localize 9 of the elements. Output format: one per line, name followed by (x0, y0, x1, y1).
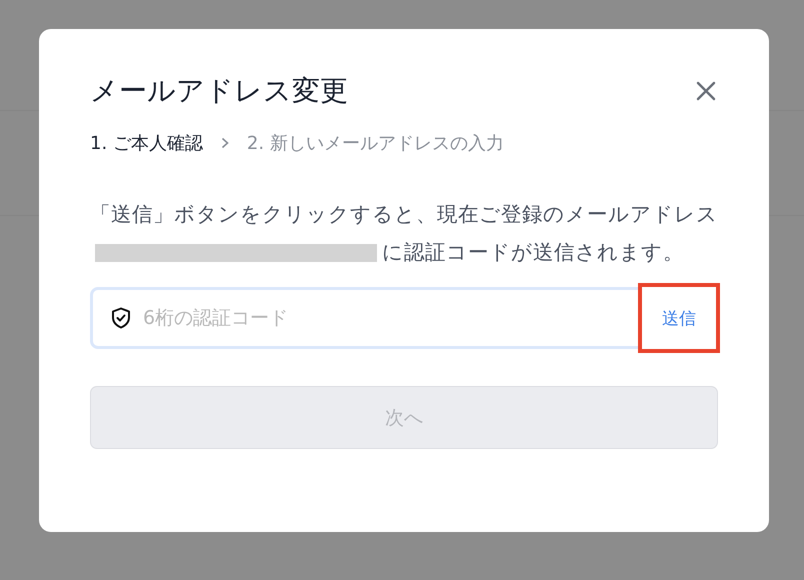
message-text: に認証コードが送信されます。 (382, 240, 684, 264)
dialog-title: メールアドレス変更 (90, 73, 348, 109)
step-label: 2. 新しいメールアドレスの入力 (246, 132, 504, 155)
shield-check-icon (111, 307, 131, 329)
message-text: 「送信」ボタンをクリックすると、現在ご登録のメールアドレス (90, 202, 718, 226)
chevron-icon (220, 137, 229, 149)
close-button[interactable] (695, 80, 717, 102)
send-button[interactable]: 送信 (638, 283, 720, 353)
step-label: 1. ご本人確認 (90, 132, 203, 155)
